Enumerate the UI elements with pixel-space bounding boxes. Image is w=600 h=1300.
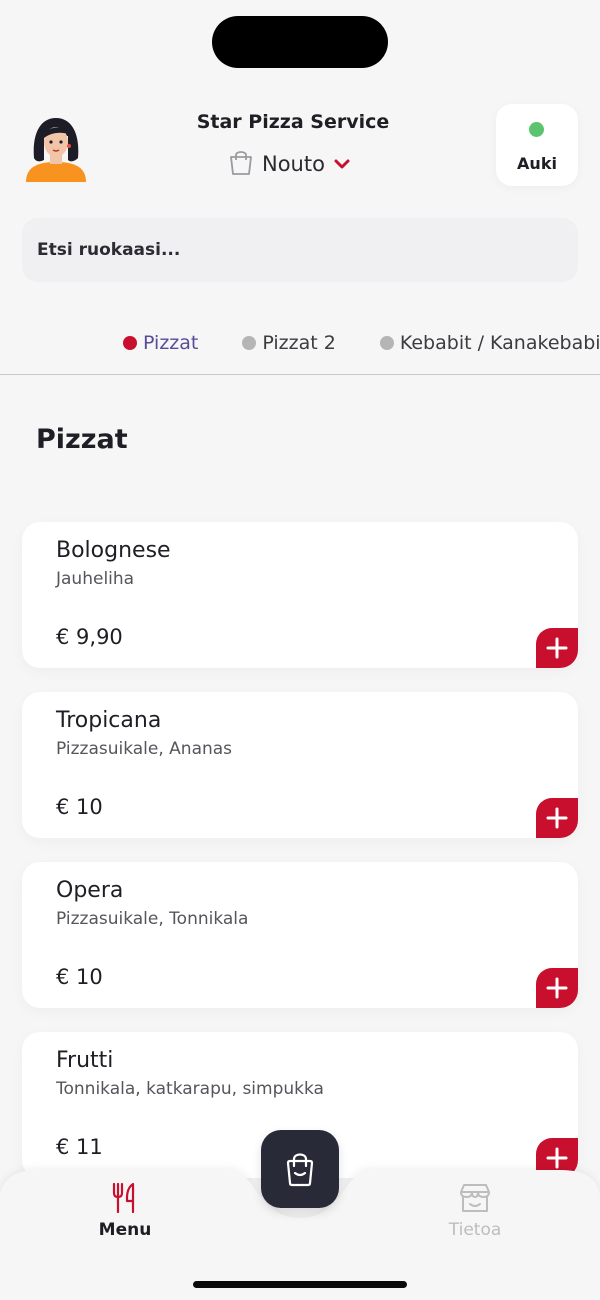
item-description: Jauheliha (56, 569, 135, 589)
inactive-dot-icon (379, 336, 394, 350)
menu-item-card[interactable]: Bolognese Jauheliha € 9,90 (22, 522, 578, 668)
dynamic-island (212, 16, 388, 68)
status-dot-icon (529, 122, 544, 137)
add-to-cart-button[interactable] (536, 968, 578, 1008)
item-name: Tropicana (56, 708, 162, 733)
store-icon (460, 1184, 490, 1212)
category-tab-kebabit[interactable]: Kebabit / Kanakebabit (379, 332, 600, 354)
category-label: Pizzat (143, 332, 199, 354)
store-name: Star Pizza Service (196, 111, 390, 133)
plus-icon (546, 637, 568, 659)
fork-knife-icon (112, 1182, 135, 1214)
menu-item-card[interactable]: Opera Pizzasuikale, Tonnikala € 10 (22, 862, 578, 1008)
nav-label-menu: Menu (98, 1220, 152, 1240)
item-name: Opera (56, 878, 124, 903)
item-description: Pizzasuikale, Tonnikala (56, 909, 249, 929)
add-to-cart-button[interactable] (536, 628, 578, 668)
item-description: Pizzasuikale, Ananas (56, 739, 233, 759)
item-price: € 10 (56, 795, 103, 819)
search-input[interactable] (22, 218, 578, 282)
nav-item-info[interactable]: Tietoa (420, 1182, 530, 1240)
category-label: Pizzat 2 (262, 332, 336, 354)
category-tab-pizzat-2[interactable]: Pizzat 2 (242, 332, 336, 354)
status-label: Auki (517, 154, 557, 173)
menu-item-card[interactable]: Tropicana Pizzasuikale, Ananas € 10 (22, 692, 578, 838)
avatar-icon[interactable] (22, 112, 90, 184)
shopping-bag-icon (228, 148, 254, 180)
bottom-navigation: Menu Tietoa (0, 1130, 600, 1300)
section-title: Pizzat (36, 424, 128, 455)
item-price: € 10 (56, 965, 103, 989)
item-name: Frutti (56, 1048, 114, 1073)
plus-icon (546, 807, 568, 829)
store-status-card[interactable]: Auki (496, 104, 578, 186)
chevron-down-icon (333, 155, 351, 174)
order-mode-label: Nouto (262, 152, 325, 176)
home-indicator (193, 1281, 407, 1288)
item-description: Tonnikala, katkarapu, simpukka (56, 1079, 324, 1099)
category-label: Kebabit / Kanakebabit (399, 332, 600, 354)
category-track[interactable]: Pizzat Pizzat 2 Kebabit / Kanakebabit (123, 332, 600, 354)
category-bar: Pizzat Pizzat 2 Kebabit / Kanakebabit (0, 320, 600, 375)
shopping-bag-icon (286, 1153, 314, 1187)
nav-label-info: Tietoa (448, 1220, 502, 1240)
order-mode-dropdown[interactable]: Nouto (228, 148, 351, 180)
category-tab-pizzat[interactable]: Pizzat (123, 332, 198, 354)
nav-item-menu[interactable]: Menu (70, 1182, 180, 1240)
active-dot-icon (123, 336, 137, 350)
plus-icon (546, 977, 568, 999)
add-to-cart-button[interactable] (536, 798, 578, 838)
item-price: € 9,90 (56, 625, 123, 649)
inactive-dot-icon (242, 336, 257, 350)
item-name: Bolognese (56, 538, 171, 563)
cart-button[interactable] (261, 1130, 339, 1208)
search-bar[interactable] (22, 218, 578, 282)
